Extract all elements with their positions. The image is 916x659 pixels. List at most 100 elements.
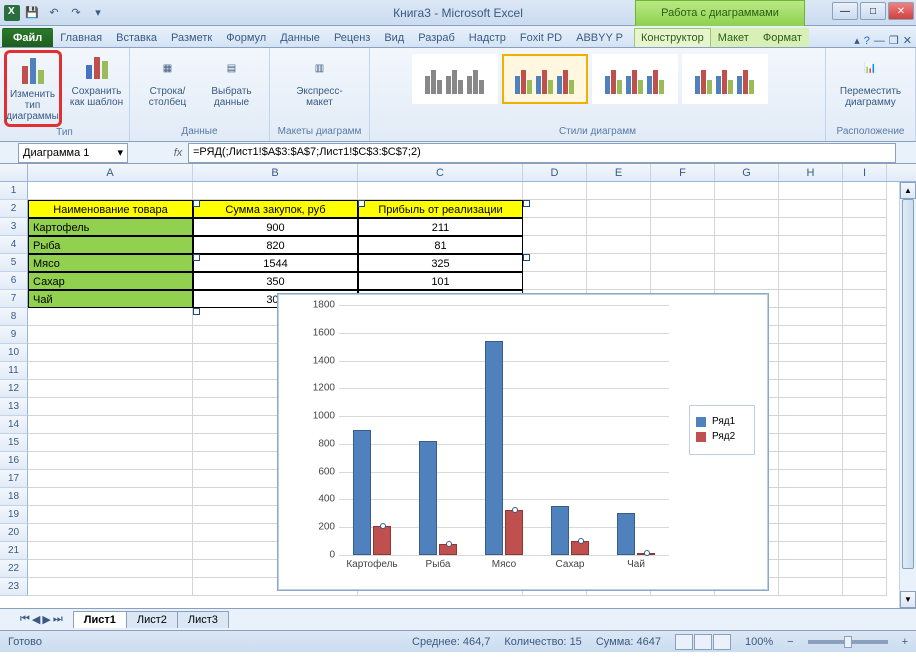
cell[interactable]: [843, 524, 887, 542]
cell[interactable]: Рыба: [28, 236, 193, 254]
cell[interactable]: [651, 272, 715, 290]
tab-разметк[interactable]: Разметк: [164, 28, 219, 47]
cell[interactable]: [28, 362, 193, 380]
bar-Ряд1[interactable]: [617, 513, 635, 555]
selection-handle[interactable]: [193, 200, 200, 207]
cell[interactable]: [843, 470, 887, 488]
cell[interactable]: [358, 182, 523, 200]
maximize-button[interactable]: □: [860, 2, 886, 20]
cell[interactable]: [587, 272, 651, 290]
cell[interactable]: [779, 308, 843, 326]
tab-вставка[interactable]: Вставка: [109, 28, 164, 47]
cell[interactable]: [843, 506, 887, 524]
sheet-tab[interactable]: Лист2: [126, 611, 178, 628]
row-header[interactable]: 1: [0, 182, 28, 200]
qat-more-icon[interactable]: ▾: [88, 3, 108, 23]
cell[interactable]: [843, 488, 887, 506]
scroll-thumb[interactable]: [902, 199, 914, 569]
select-all-corner[interactable]: [0, 164, 28, 181]
cell[interactable]: [843, 326, 887, 344]
row-header[interactable]: 5: [0, 254, 28, 272]
cell[interactable]: [28, 524, 193, 542]
cell[interactable]: 350: [193, 272, 358, 290]
bar-group[interactable]: [471, 305, 537, 555]
cell[interactable]: [523, 272, 587, 290]
row-header[interactable]: 9: [0, 326, 28, 344]
row-header[interactable]: 2: [0, 200, 28, 218]
tab-формат[interactable]: Формат: [756, 28, 809, 47]
cell[interactable]: [523, 254, 587, 272]
cell[interactable]: [523, 236, 587, 254]
cell[interactable]: [28, 560, 193, 578]
cell[interactable]: [779, 290, 843, 308]
cell[interactable]: [779, 470, 843, 488]
bar-group[interactable]: [537, 305, 603, 555]
chart-layouts-button[interactable]: ▥ Экспресс-макет: [291, 50, 349, 110]
cell[interactable]: [28, 344, 193, 362]
scroll-down-button[interactable]: ▼: [900, 591, 916, 608]
row-header[interactable]: 10: [0, 344, 28, 362]
chevron-down-icon[interactable]: ▾: [117, 146, 123, 159]
row-header[interactable]: 22: [0, 560, 28, 578]
cell[interactable]: [843, 542, 887, 560]
column-header[interactable]: A: [28, 164, 193, 181]
cell[interactable]: [843, 200, 887, 218]
cell[interactable]: [843, 362, 887, 380]
selection-handle[interactable]: [193, 254, 200, 261]
chart-style-item[interactable]: [502, 54, 588, 104]
doc-close-icon[interactable]: ✕: [903, 34, 912, 47]
cell[interactable]: [843, 560, 887, 578]
minimize-button[interactable]: —: [832, 2, 858, 20]
cell[interactable]: [715, 236, 779, 254]
scroll-up-button[interactable]: ▲: [900, 182, 916, 199]
cell[interactable]: 211: [358, 218, 523, 236]
cell[interactable]: [28, 452, 193, 470]
minimize-ribbon-icon[interactable]: ▴: [854, 34, 860, 47]
bar-Ряд1[interactable]: [551, 506, 569, 555]
legend-item[interactable]: Ряд1: [696, 416, 748, 427]
cell[interactable]: [28, 308, 193, 326]
bar-group[interactable]: [339, 305, 405, 555]
tab-макет[interactable]: Макет: [711, 28, 756, 47]
bar-Ряд1[interactable]: [353, 430, 371, 555]
column-header[interactable]: G: [715, 164, 779, 181]
selection-handle[interactable]: [358, 200, 365, 207]
doc-minimize-icon[interactable]: —: [874, 35, 885, 47]
chart-plot-area[interactable]: [339, 305, 669, 555]
save-as-template-button[interactable]: Сохранить как шаблон: [68, 50, 126, 110]
cell[interactable]: Наименование товара: [28, 200, 193, 218]
help-icon[interactable]: ?: [864, 35, 870, 47]
cell[interactable]: [843, 398, 887, 416]
cell[interactable]: Чай: [28, 290, 193, 308]
cell[interactable]: [843, 434, 887, 452]
row-header[interactable]: 17: [0, 470, 28, 488]
cell[interactable]: [779, 182, 843, 200]
tab-надстр[interactable]: Надстр: [462, 28, 513, 47]
cell[interactable]: [843, 452, 887, 470]
cell[interactable]: [779, 218, 843, 236]
selection-handle[interactable]: [193, 308, 200, 315]
selection-handle[interactable]: [523, 200, 530, 207]
row-header[interactable]: 4: [0, 236, 28, 254]
cell[interactable]: [779, 254, 843, 272]
cell[interactable]: Сахар: [28, 272, 193, 290]
bar-group[interactable]: [405, 305, 471, 555]
cell[interactable]: [587, 200, 651, 218]
tab-foxit pd[interactable]: Foxit PD: [513, 28, 569, 47]
cell[interactable]: [28, 380, 193, 398]
cell[interactable]: [843, 416, 887, 434]
select-data-button[interactable]: ▤ Выбрать данные: [203, 50, 261, 110]
chart-styles-gallery[interactable]: [408, 50, 788, 108]
bar-group[interactable]: [603, 305, 669, 555]
cell[interactable]: [28, 470, 193, 488]
cell[interactable]: 900: [193, 218, 358, 236]
row-header[interactable]: 13: [0, 398, 28, 416]
cell[interactable]: [28, 578, 193, 596]
fx-icon[interactable]: fx: [168, 147, 188, 159]
cell[interactable]: [651, 236, 715, 254]
cell[interactable]: [779, 452, 843, 470]
close-button[interactable]: ✕: [888, 2, 914, 20]
cell[interactable]: 325: [358, 254, 523, 272]
cell[interactable]: [28, 416, 193, 434]
redo-icon[interactable]: ↷: [66, 3, 86, 23]
